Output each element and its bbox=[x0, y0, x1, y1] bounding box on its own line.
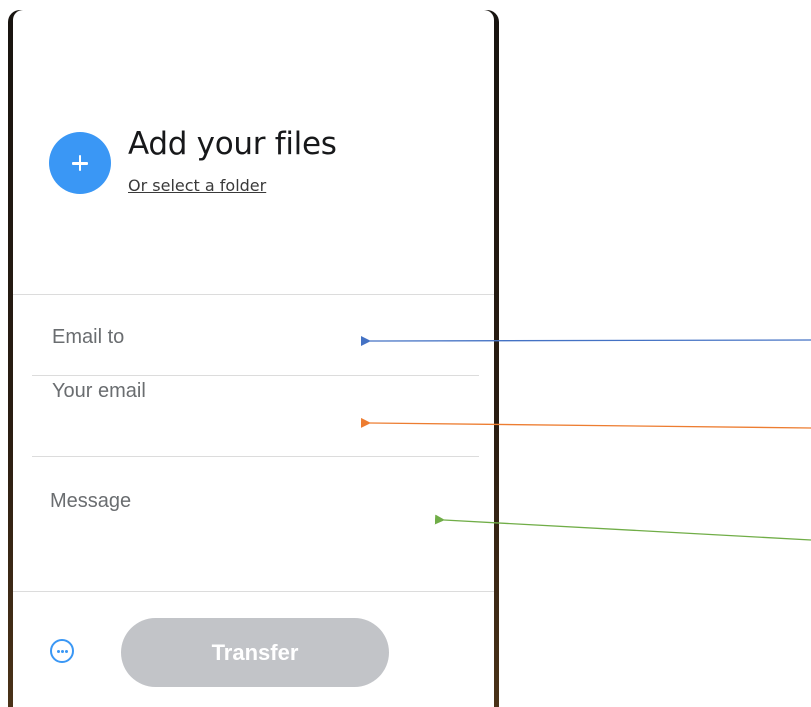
email-to-input[interactable] bbox=[32, 322, 479, 352]
upload-divider bbox=[13, 294, 494, 295]
annotation-arrow-message bbox=[434, 514, 811, 541]
select-folder-link[interactable]: Or select a folder bbox=[128, 176, 266, 195]
transfer-button[interactable]: Transfer bbox=[121, 618, 389, 687]
add-files-button[interactable] bbox=[49, 132, 111, 194]
screenshot-stage: Add your files Or select a folder Transf… bbox=[0, 0, 811, 707]
message-textarea[interactable] bbox=[30, 488, 479, 558]
add-files-title[interactable]: Add your files bbox=[128, 126, 337, 162]
upload-section: Add your files Or select a folder bbox=[13, 10, 494, 295]
transfer-panel: Add your files Or select a folder Transf… bbox=[13, 10, 494, 707]
footer-divider bbox=[13, 591, 494, 592]
your-email-divider bbox=[32, 456, 479, 457]
more-options-button[interactable] bbox=[50, 639, 74, 663]
your-email-input[interactable] bbox=[32, 376, 479, 406]
